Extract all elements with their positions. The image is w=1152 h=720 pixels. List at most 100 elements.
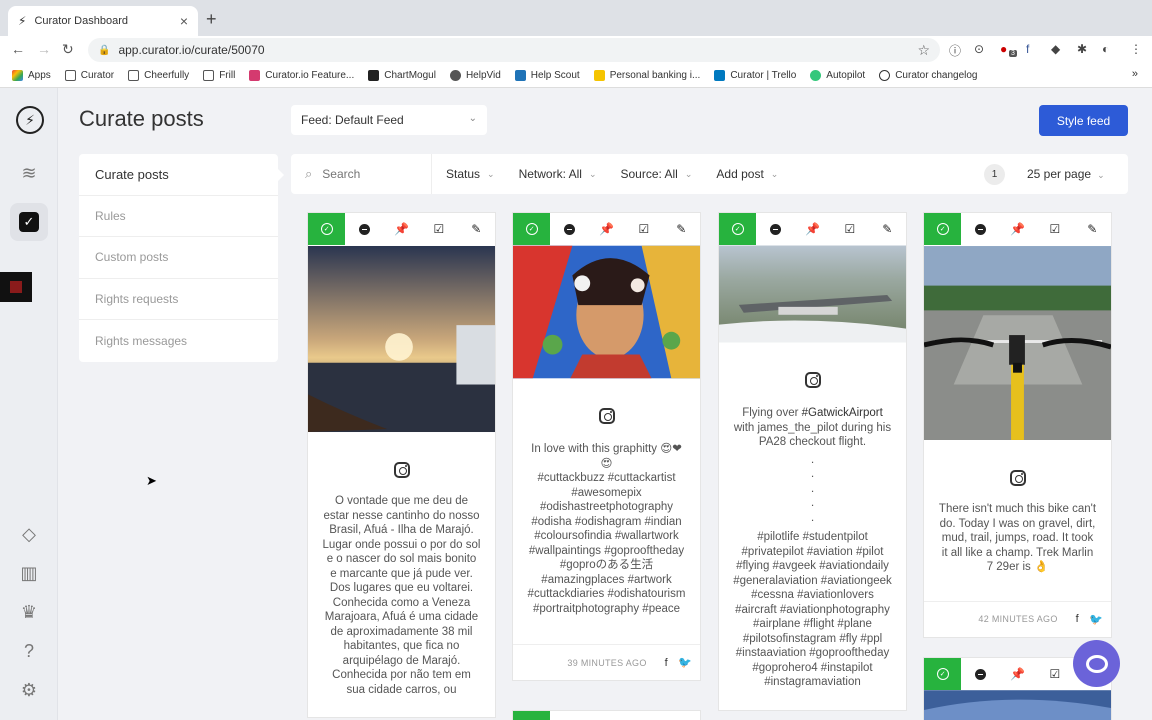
checkbox-icon: ☑	[638, 222, 650, 236]
bookmark-link[interactable]: Help Scout	[514, 70, 580, 81]
approve-button[interactable]: ✓	[719, 213, 757, 245]
browser-tab[interactable]: ⚡ Curator Dashboard ×	[8, 6, 198, 36]
post-image[interactable]	[308, 245, 495, 433]
submenu-item-rights-messages[interactable]: Rights messages	[79, 320, 278, 362]
style-feed-button[interactable]: Style feed	[1039, 105, 1128, 136]
select-button[interactable]: ☑	[831, 213, 868, 245]
search-input[interactable]	[322, 167, 403, 181]
extension-icon[interactable]: ●	[1000, 42, 1007, 56]
pin-icon: 📌	[394, 222, 409, 236]
select-button[interactable]: ☑	[1036, 658, 1073, 690]
edit-button[interactable]: ✎	[458, 213, 495, 245]
reload-icon[interactable]: ↻	[62, 41, 74, 58]
approve-button[interactable]	[513, 711, 551, 720]
more-bookmarks-icon[interactable]: »	[1132, 68, 1138, 80]
post-image[interactable]	[719, 245, 906, 343]
reject-button[interactable]	[756, 213, 793, 245]
bookmark-link[interactable]: Curator | Trello	[714, 70, 796, 81]
reject-button[interactable]	[961, 213, 998, 245]
bookmark-apps[interactable]: Apps	[12, 70, 51, 81]
pin-button[interactable]: 📌	[383, 213, 420, 245]
reject-button[interactable]	[550, 711, 587, 720]
curate-nav-icon[interactable]: ✓	[10, 203, 48, 241]
select-button[interactable]: ☑	[625, 213, 662, 245]
layers-icon[interactable]: ≋	[16, 160, 42, 186]
bookmark-star-icon[interactable]: ☆	[917, 42, 930, 59]
forward-icon[interactable]: →	[37, 41, 51, 57]
bookmark-folder[interactable]: Cheerfully	[128, 70, 189, 81]
close-icon[interactable]: ×	[180, 13, 188, 29]
extension-icon[interactable]: ◆	[1051, 42, 1060, 56]
site-icon	[514, 70, 526, 81]
submenu-item-rules[interactable]: Rules	[79, 196, 278, 237]
bookmark-link[interactable]: Curator.io Feature...	[249, 70, 354, 81]
bookmark-link[interactable]: Personal banking i...	[593, 70, 700, 81]
facebook-icon[interactable]: f	[1076, 613, 1079, 625]
submenu-item-custom-posts[interactable]: Custom posts	[79, 237, 278, 279]
back-icon[interactable]: ←	[11, 41, 25, 57]
puzzle-icon[interactable]: ✱	[1077, 42, 1087, 56]
lock-icon: 🔒	[98, 44, 111, 56]
help-icon[interactable]: ?	[16, 638, 42, 664]
page-number[interactable]: 1	[984, 164, 1005, 185]
post-image[interactable]	[924, 690, 1111, 720]
edit-button[interactable]	[663, 711, 700, 720]
bookmark-link[interactable]: Curator changelog	[879, 70, 977, 81]
superman-icon[interactable]: ◇	[16, 521, 42, 547]
extension-icon[interactable]: ⊙	[974, 42, 984, 56]
bookmark-folder[interactable]: Frill	[203, 70, 235, 81]
status-dropdown[interactable]: Status ⌄	[446, 167, 495, 181]
chevron-down-icon: ⌄	[588, 168, 597, 179]
bar-chart-icon[interactable]: ▥	[16, 560, 42, 586]
pin-button[interactable]: 📌	[999, 658, 1036, 690]
reject-button[interactable]	[550, 213, 587, 245]
twitter-icon[interactable]: 🐦	[678, 656, 692, 669]
folder-icon	[203, 70, 215, 81]
select-button[interactable]: ☑	[1036, 213, 1073, 245]
pin-icon: 📌	[1010, 222, 1025, 236]
source-dropdown[interactable]: Source: All ⌄	[620, 167, 692, 181]
reject-button[interactable]	[345, 213, 382, 245]
search-box[interactable]: ⌕	[291, 154, 432, 194]
pin-button[interactable]: 📌	[588, 213, 625, 245]
twitter-icon[interactable]: 🐦	[1089, 613, 1103, 626]
pin-button[interactable]: 📌	[794, 213, 831, 245]
select-button[interactable]: ☑	[420, 213, 457, 245]
edit-button[interactable]: ✎	[663, 213, 700, 245]
new-tab-icon[interactable]: +	[206, 9, 217, 30]
edit-button[interactable]: ✎	[1074, 213, 1111, 245]
bookmark-link[interactable]: HelpVid	[449, 70, 501, 81]
bookmark-link[interactable]: ChartMogul	[368, 70, 436, 81]
approve-button[interactable]: ✓	[308, 213, 346, 245]
feed-select[interactable]: Feed: Default Feed ⌄	[291, 105, 487, 135]
gear-icon[interactable]: ⚙	[16, 677, 42, 703]
approve-button[interactable]: ✓	[513, 213, 551, 245]
url-bar[interactable]: 🔒 app.curator.io/curate/50070 ☆	[88, 38, 940, 62]
extension-icon[interactable]: ⓘ	[949, 42, 961, 59]
approve-button[interactable]: ✓	[924, 658, 962, 690]
pin-button[interactable]: 📌	[999, 213, 1036, 245]
post-image[interactable]	[513, 245, 700, 379]
hashtag-link[interactable]: #GatwickAirport	[802, 407, 883, 419]
add-post-dropdown[interactable]: Add post ⌄	[716, 167, 778, 181]
bookmark-folder[interactable]: Curator	[64, 70, 114, 81]
menu-dots-icon[interactable]: ⋮	[1130, 42, 1142, 56]
pin-button[interactable]	[588, 711, 625, 720]
edit-button[interactable]: ✎	[869, 213, 906, 245]
bookmarks-bar: Apps Curator Cheerfully Frill Curator.io…	[0, 64, 1152, 88]
post-image[interactable]	[923, 245, 1112, 441]
crown-icon[interactable]: ♛	[16, 599, 42, 625]
curator-logo-icon[interactable]: ⚡	[16, 106, 44, 134]
approve-button[interactable]: ✓	[924, 213, 962, 245]
per-page-dropdown[interactable]: 25 per page ⌄	[1027, 167, 1105, 181]
select-button[interactable]	[625, 711, 662, 720]
facebook-extension-icon[interactable]: f	[1026, 42, 1029, 56]
network-dropdown[interactable]: Network: All ⌄	[519, 167, 597, 181]
submenu-item-rights-requests[interactable]: Rights requests	[79, 279, 278, 320]
reject-button[interactable]	[961, 658, 998, 690]
submenu-item-curate-posts[interactable]: Curate posts	[79, 154, 278, 196]
profile-icon[interactable]: ◐	[1102, 42, 1109, 56]
help-chat-button[interactable]	[1073, 640, 1120, 687]
facebook-icon[interactable]: f	[665, 657, 668, 669]
bookmark-link[interactable]: Autopilot	[810, 70, 865, 81]
